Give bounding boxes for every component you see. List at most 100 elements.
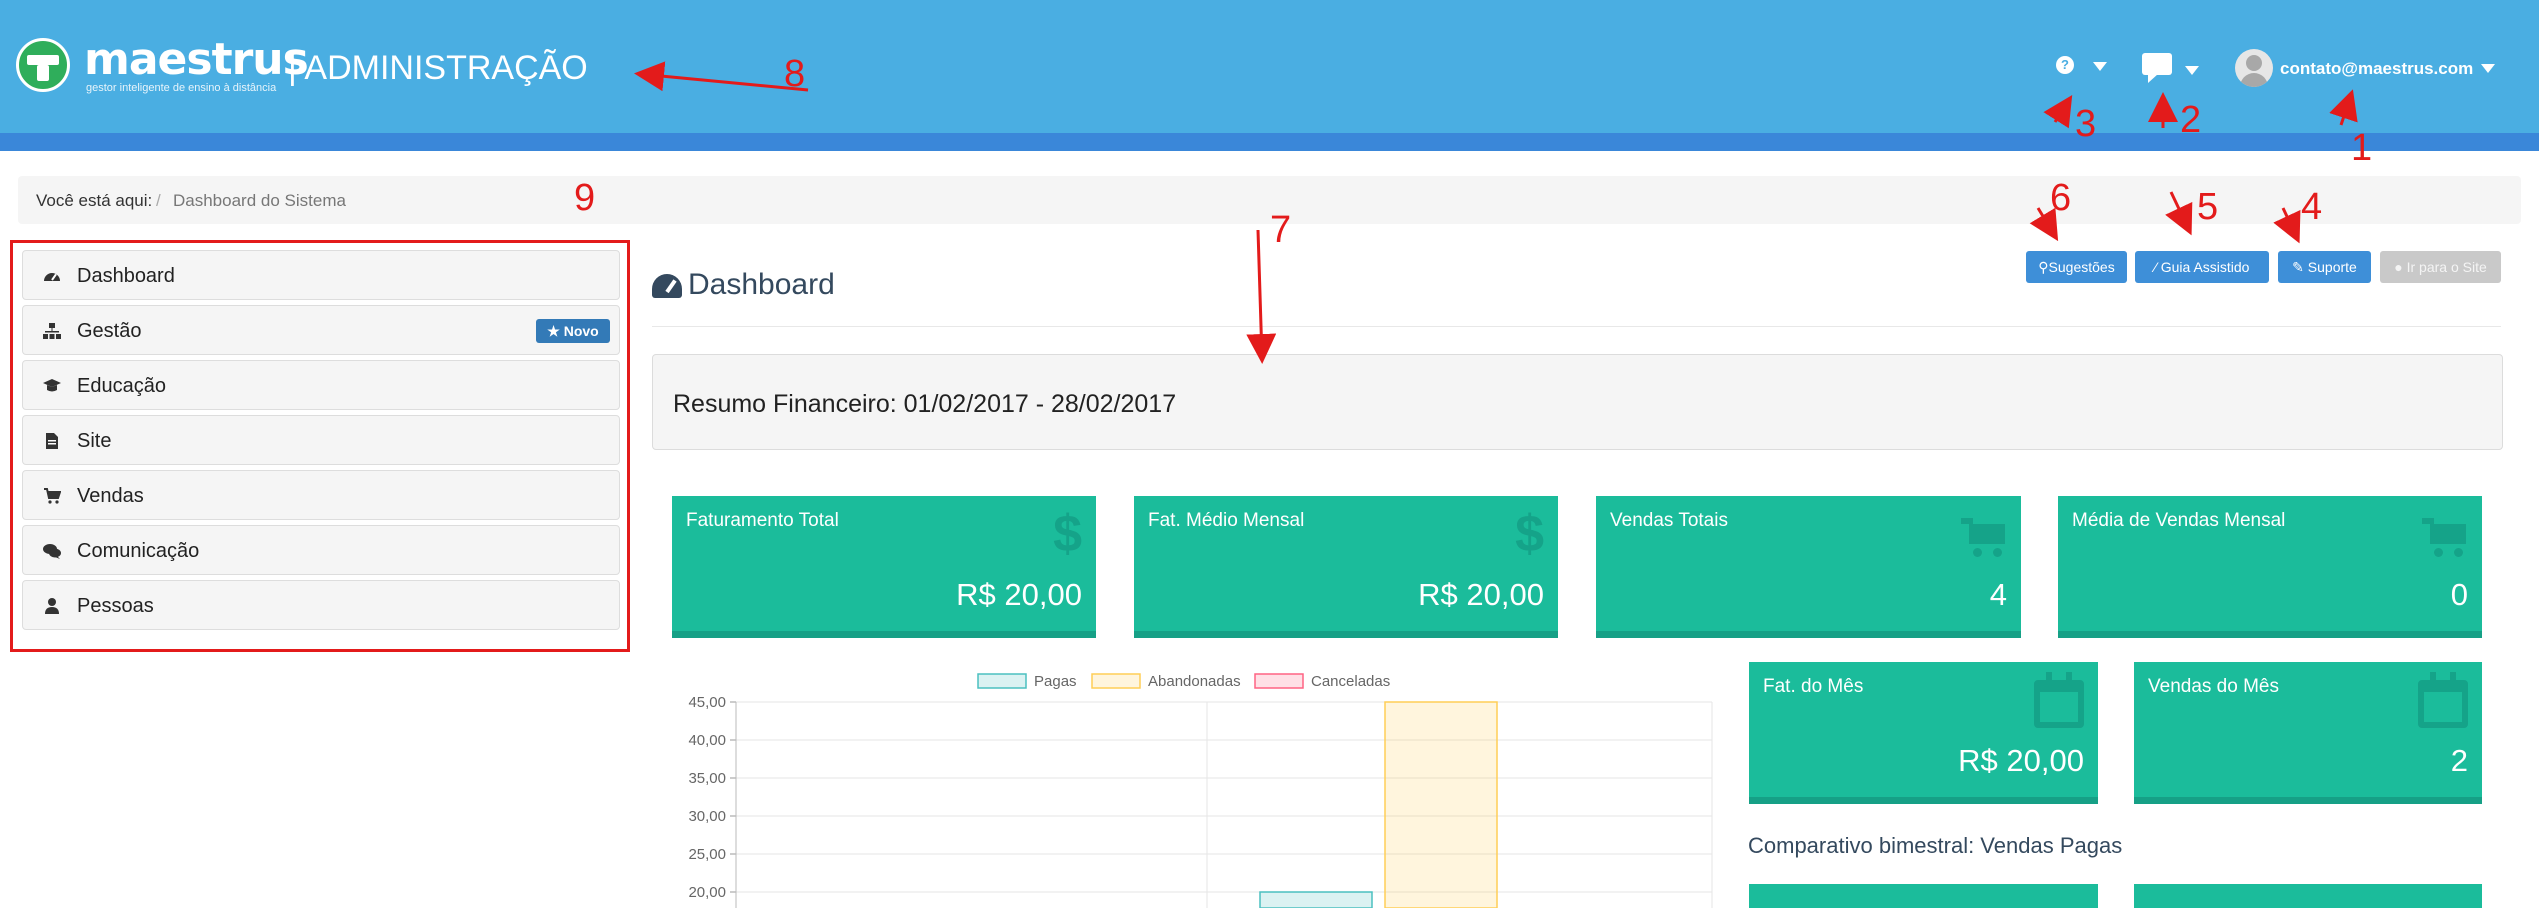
- admin-title: | ADMINISTRAÇÃO: [288, 49, 588, 87]
- sidebar-item-pessoas[interactable]: Pessoas: [22, 580, 620, 630]
- card-label: Vendas do Mês: [2148, 676, 2279, 697]
- card-value: 4: [1989, 577, 2007, 612]
- card-partial-right: [2134, 884, 2482, 908]
- y-tick-label: 35,00: [688, 770, 726, 787]
- legend-swatch: [1254, 673, 1304, 689]
- top-header: maestrus gestor inteligente de ensino à …: [0, 0, 2539, 133]
- annotation-6: 6: [2050, 177, 2072, 219]
- sidebar-item-label: Comunicação: [77, 540, 200, 562]
- sidebar-item-label: Educação: [77, 375, 166, 397]
- card-avg-monthly-revenue: Fat. Médio Mensal $ R$ 20,00: [1134, 496, 1558, 638]
- bar-pagas: [1259, 891, 1373, 908]
- annotation-9: 9: [574, 177, 596, 219]
- card-value: R$ 20,00: [1418, 577, 1544, 612]
- chat-icon[interactable]: [2142, 53, 2172, 75]
- wrench-icon: ✎: [2292, 259, 2308, 275]
- logo-badge-icon: [16, 38, 70, 92]
- user-icon: [45, 598, 59, 614]
- card-value: 2: [2450, 743, 2468, 778]
- bar-abandonadas: [1384, 701, 1498, 908]
- calendar-icon: [2418, 672, 2468, 728]
- new-badge-label: Novo: [563, 323, 599, 339]
- legend-label: Abandonadas: [1148, 673, 1241, 690]
- annotation-5: 5: [2197, 186, 2219, 228]
- legend-label: Canceladas: [1311, 673, 1390, 690]
- sidebar-item-label: Gestão: [77, 320, 142, 342]
- comments-icon: [43, 544, 61, 559]
- page-title: Dashboard: [688, 268, 835, 301]
- cart-icon: [44, 488, 61, 504]
- map-marker-icon: ⚲: [2038, 259, 2049, 275]
- card-label: Média de Vendas Mensal: [2072, 510, 2286, 531]
- annotation-1: 1: [2351, 127, 2373, 169]
- app-root: maestrus gestor inteligente de ensino à …: [0, 0, 2539, 908]
- card-month-sales: Vendas do Mês 2: [2134, 662, 2482, 804]
- y-tick-label: 40,00: [688, 732, 726, 749]
- globe-icon: ●: [2394, 259, 2407, 275]
- annotation-3: 3: [2075, 103, 2097, 145]
- breadcrumb-label: Você está aqui:: [36, 191, 153, 210]
- file-icon: [46, 433, 58, 449]
- support-button[interactable]: ✎ Suporte: [2278, 251, 2371, 283]
- chat-tail: [2148, 74, 2158, 83]
- help-caret-icon[interactable]: [2093, 62, 2107, 71]
- sidebar-item-gestao[interactable]: Gestão ★ Novo: [22, 305, 620, 355]
- sidebar-menu: Dashboard Gestão ★ Novo Educação Site Ve…: [10, 240, 630, 652]
- dollar-icon: $: [1053, 505, 1082, 563]
- card-value: R$ 20,00: [1958, 743, 2084, 778]
- cart-icon: [2422, 518, 2466, 558]
- breadcrumb-separator: /: [156, 191, 161, 210]
- guided-tour-button[interactable]: ⁄ Guia Assistido: [2135, 251, 2269, 283]
- sidebar-item-site[interactable]: Site: [22, 415, 620, 465]
- legend-swatch: [977, 673, 1027, 689]
- user-avatar-icon[interactable]: [2235, 49, 2273, 87]
- y-tick-label: 45,00: [688, 694, 726, 711]
- annotation-arrow-7: [1246, 229, 1277, 364]
- chat-caret-icon[interactable]: [2185, 66, 2199, 75]
- logo-wordmark: maestrus: [84, 34, 309, 85]
- annotation-2: 2: [2180, 99, 2202, 141]
- suggestions-label: Sugestões: [2048, 259, 2115, 275]
- annotation-8: 8: [784, 53, 806, 95]
- user-caret-icon[interactable]: [2481, 64, 2495, 73]
- sidebar-item-comunicacao[interactable]: Comunicação: [22, 525, 620, 575]
- sidebar-item-label: Site: [77, 430, 112, 452]
- help-icon[interactable]: ?: [2056, 56, 2074, 74]
- sidebar-item-educacao[interactable]: Educação: [22, 360, 620, 410]
- dashboard-icon: [652, 274, 682, 298]
- bimonthly-comparison-title: Comparativo bimestral: Vendas Pagas: [1748, 833, 2123, 858]
- guided-tour-label: Guia Assistido: [2160, 259, 2250, 275]
- sidebar-item-label: Pessoas: [77, 595, 154, 617]
- calendar-icon: [2034, 672, 2084, 728]
- dashboard-icon: [44, 273, 60, 281]
- sidebar-item-vendas[interactable]: Vendas: [22, 470, 620, 520]
- legend-label: Pagas: [1034, 673, 1077, 690]
- cart-icon: [1961, 518, 2005, 558]
- user-email[interactable]: contato@maestrus.com: [2280, 59, 2473, 79]
- card-total-sales: Vendas Totais 4: [1596, 496, 2021, 638]
- y-tick-label: 20,00: [688, 884, 726, 901]
- legend-swatch: [1091, 673, 1141, 689]
- sitemap-icon: [43, 323, 61, 339]
- card-avg-monthly-sales: Média de Vendas Mensal 0: [2058, 496, 2482, 638]
- card-value: R$ 20,00: [956, 577, 1082, 612]
- card-label: Fat. Médio Mensal: [1148, 510, 1305, 531]
- card-value: 0: [2450, 577, 2468, 612]
- maestrus-logo[interactable]: maestrus gestor inteligente de ensino à …: [16, 36, 309, 98]
- go-to-site-button[interactable]: ● Ir para o Site: [2380, 251, 2501, 283]
- y-tick-label: 30,00: [688, 808, 726, 825]
- breadcrumb-current[interactable]: Dashboard do Sistema: [173, 191, 346, 211]
- sales-chart: Pagas Abandonadas Canceladas 45,00 40,00 35,0…: [688, 673, 1713, 908]
- support-label: Suporte: [2307, 259, 2357, 275]
- sidebar-item-dashboard[interactable]: Dashboard: [22, 250, 620, 300]
- heading-divider: [652, 326, 2501, 327]
- annotation-4: 4: [2301, 186, 2323, 228]
- suggestions-button[interactable]: ⚲Sugestões: [2026, 251, 2127, 283]
- sidebar-item-label: Vendas: [77, 485, 144, 507]
- header-strip: [0, 133, 2539, 151]
- annotation-7: 7: [1270, 209, 1292, 251]
- graduation-cap-icon: [43, 379, 61, 392]
- finance-summary-panel: Resumo Financeiro: 01/02/2017 - 28/02/20…: [652, 354, 2503, 450]
- logo-tagline: gestor inteligente de ensino à distância: [86, 82, 277, 94]
- y-tick-label: 25,00: [688, 846, 726, 863]
